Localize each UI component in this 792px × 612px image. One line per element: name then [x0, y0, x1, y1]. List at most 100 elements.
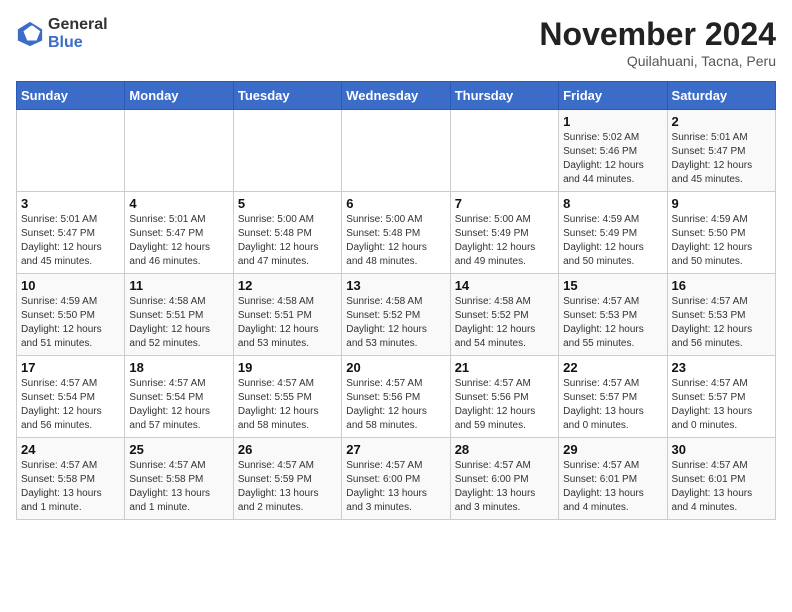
day-number: 26 [238, 442, 337, 457]
calendar-cell: 26 Sunrise: 4:57 AMSunset: 5:59 PMDayligh… [233, 438, 341, 520]
day-number: 27 [346, 442, 445, 457]
logo-icon [16, 20, 44, 48]
logo: General Blue [16, 16, 108, 51]
calendar-cell: 7 Sunrise: 5:00 AMSunset: 5:49 PMDaylight… [450, 192, 558, 274]
calendar-cell: 23Sunrise: 4:57 AMSunset: 5:57 PMDayligh… [667, 356, 775, 438]
calendar-cell: 13 Sunrise: 4:58 AMSunset: 5:52 PMDayligh… [342, 274, 450, 356]
day-number: 20 [346, 360, 445, 375]
calendar-cell: 21 Sunrise: 4:57 AMSunset: 5:56 PMDayligh… [450, 356, 558, 438]
calendar-cell: 29Sunrise: 4:57 AMSunset: 6:01 PMDayligh… [559, 438, 667, 520]
day-detail: Sunrise: 4:57 AMSunset: 5:59 PMDaylight:… [238, 459, 337, 515]
weekday-header-saturday: Saturday [667, 82, 775, 110]
day-number: 25 [129, 442, 228, 457]
calendar-cell: 24 Sunrise: 4:57 AMSunset: 5:58 PMDayligh… [17, 438, 125, 520]
calendar-cell [342, 110, 450, 192]
title-area: November 2024 Quilahuani, Tacna, Peru [539, 16, 776, 69]
day-detail: Sunrise: 4:57 AMSunset: 5:53 PMDaylight:… [563, 295, 662, 351]
day-detail: Sunrise: 4:57 AMSunset: 5:58 PMDaylight:… [21, 459, 120, 515]
calendar-cell: 14 Sunrise: 4:58 AMSunset: 5:52 PMDayligh… [450, 274, 558, 356]
location-subtitle: Quilahuani, Tacna, Peru [539, 53, 776, 69]
day-detail: Sunrise: 4:57 AMSunset: 5:57 PMDaylight:… [563, 377, 662, 433]
day-detail: Sunrise: 4:57 AMSunset: 5:53 PMDaylight:… [672, 295, 771, 351]
day-number: 13 [346, 278, 445, 293]
calendar-cell [233, 110, 341, 192]
week-row-2: 3 Sunrise: 5:01 AMSunset: 5:47 PMDaylight… [17, 192, 776, 274]
day-detail: Sunrise: 4:58 AMSunset: 5:52 PMDaylight:… [455, 295, 554, 351]
day-number: 12 [238, 278, 337, 293]
weekday-header-monday: Monday [125, 82, 233, 110]
calendar-cell: 17 Sunrise: 4:57 AMSunset: 5:54 PMDayligh… [17, 356, 125, 438]
day-number: 9 [672, 196, 771, 211]
logo-general: General [48, 16, 108, 34]
day-detail: Sunrise: 4:57 AMSunset: 5:54 PMDaylight:… [21, 377, 120, 433]
day-detail: Sunrise: 5:01 AMSunset: 5:47 PMDaylight:… [129, 213, 228, 269]
day-detail: Sunrise: 4:58 AMSunset: 5:52 PMDaylight:… [346, 295, 445, 351]
day-detail: Sunrise: 4:57 AMSunset: 5:55 PMDaylight:… [238, 377, 337, 433]
calendar-cell [450, 110, 558, 192]
day-number: 30 [672, 442, 771, 457]
calendar-cell: 3 Sunrise: 5:01 AMSunset: 5:47 PMDaylight… [17, 192, 125, 274]
calendar-cell: 28 Sunrise: 4:57 AMSunset: 6:00 PMDayligh… [450, 438, 558, 520]
calendar-cell: 9 Sunrise: 4:59 AMSunset: 5:50 PMDaylight… [667, 192, 775, 274]
calendar-cell: 6Sunrise: 5:00 AMSunset: 5:48 PMDaylight… [342, 192, 450, 274]
day-number: 15 [563, 278, 662, 293]
weekday-header-wednesday: Wednesday [342, 82, 450, 110]
calendar-cell: 20 Sunrise: 4:57 AMSunset: 5:56 PMDayligh… [342, 356, 450, 438]
day-detail: Sunrise: 4:57 AMSunset: 5:54 PMDaylight:… [129, 377, 228, 433]
day-number: 24 [21, 442, 120, 457]
day-detail: Sunrise: 4:57 AMSunset: 6:01 PMDaylight:… [672, 459, 771, 515]
calendar-cell: 22Sunrise: 4:57 AMSunset: 5:57 PMDayligh… [559, 356, 667, 438]
calendar-cell: 2Sunrise: 5:01 AMSunset: 5:47 PMDaylight… [667, 110, 775, 192]
day-detail: Sunrise: 5:00 AMSunset: 5:48 PMDaylight:… [238, 213, 337, 269]
day-number: 5 [238, 196, 337, 211]
calendar-cell [17, 110, 125, 192]
calendar-cell [125, 110, 233, 192]
day-number: 6 [346, 196, 445, 211]
day-number: 7 [455, 196, 554, 211]
weekday-header-sunday: Sunday [17, 82, 125, 110]
calendar-cell: 15 Sunrise: 4:57 AMSunset: 5:53 PMDayligh… [559, 274, 667, 356]
calendar-cell: 5 Sunrise: 5:00 AMSunset: 5:48 PMDaylight… [233, 192, 341, 274]
day-detail: Sunrise: 4:57 AMSunset: 5:57 PMDaylight:… [672, 377, 771, 433]
logo-text: General Blue [48, 16, 108, 51]
day-detail: Sunrise: 4:59 AMSunset: 5:50 PMDaylight:… [672, 213, 771, 269]
day-number: 14 [455, 278, 554, 293]
day-detail: Sunrise: 5:01 AMSunset: 5:47 PMDaylight:… [672, 131, 771, 187]
day-detail: Sunrise: 5:02 AMSunset: 5:46 PMDaylight:… [563, 131, 662, 187]
day-number: 21 [455, 360, 554, 375]
day-number: 19 [238, 360, 337, 375]
calendar-cell: 10 Sunrise: 4:59 AMSunset: 5:50 PMDayligh… [17, 274, 125, 356]
day-number: 28 [455, 442, 554, 457]
day-number: 10 [21, 278, 120, 293]
day-number: 11 [129, 278, 228, 293]
day-detail: Sunrise: 4:59 AMSunset: 5:50 PMDaylight:… [21, 295, 120, 351]
day-detail: Sunrise: 4:57 AMSunset: 5:56 PMDaylight:… [346, 377, 445, 433]
day-number: 8 [563, 196, 662, 211]
weekday-header-thursday: Thursday [450, 82, 558, 110]
week-row-1: 1 Sunrise: 5:02 AMSunset: 5:46 PMDaylight… [17, 110, 776, 192]
day-detail: Sunrise: 4:57 AMSunset: 6:00 PMDaylight:… [455, 459, 554, 515]
calendar-table: SundayMondayTuesdayWednesdayThursdayFrid… [16, 81, 776, 520]
day-detail: Sunrise: 5:01 AMSunset: 5:47 PMDaylight:… [21, 213, 120, 269]
calendar-cell: 16Sunrise: 4:57 AMSunset: 5:53 PMDayligh… [667, 274, 775, 356]
day-detail: Sunrise: 5:00 AMSunset: 5:49 PMDaylight:… [455, 213, 554, 269]
calendar-cell: 4Sunrise: 5:01 AMSunset: 5:47 PMDaylight… [125, 192, 233, 274]
calendar-cell: 25 Sunrise: 4:57 AMSunset: 5:58 PMDayligh… [125, 438, 233, 520]
week-row-3: 10 Sunrise: 4:59 AMSunset: 5:50 PMDayligh… [17, 274, 776, 356]
calendar-cell: 8Sunrise: 4:59 AMSunset: 5:49 PMDaylight… [559, 192, 667, 274]
week-row-4: 17 Sunrise: 4:57 AMSunset: 5:54 PMDayligh… [17, 356, 776, 438]
day-detail: Sunrise: 4:58 AMSunset: 5:51 PMDaylight:… [238, 295, 337, 351]
calendar-cell: 12 Sunrise: 4:58 AMSunset: 5:51 PMDayligh… [233, 274, 341, 356]
weekday-header-tuesday: Tuesday [233, 82, 341, 110]
calendar-cell: 1 Sunrise: 5:02 AMSunset: 5:46 PMDaylight… [559, 110, 667, 192]
calendar-cell: 11Sunrise: 4:58 AMSunset: 5:51 PMDayligh… [125, 274, 233, 356]
day-number: 17 [21, 360, 120, 375]
month-title: November 2024 [539, 16, 776, 53]
day-detail: Sunrise: 4:57 AMSunset: 5:56 PMDaylight:… [455, 377, 554, 433]
day-detail: Sunrise: 4:57 AMSunset: 5:58 PMDaylight:… [129, 459, 228, 515]
day-number: 1 [563, 114, 662, 129]
day-number: 3 [21, 196, 120, 211]
page-header: General Blue November 2024 Quilahuani, T… [16, 16, 776, 69]
calendar-cell: 30 Sunrise: 4:57 AMSunset: 6:01 PMDayligh… [667, 438, 775, 520]
day-detail: Sunrise: 4:57 AMSunset: 6:00 PMDaylight:… [346, 459, 445, 515]
